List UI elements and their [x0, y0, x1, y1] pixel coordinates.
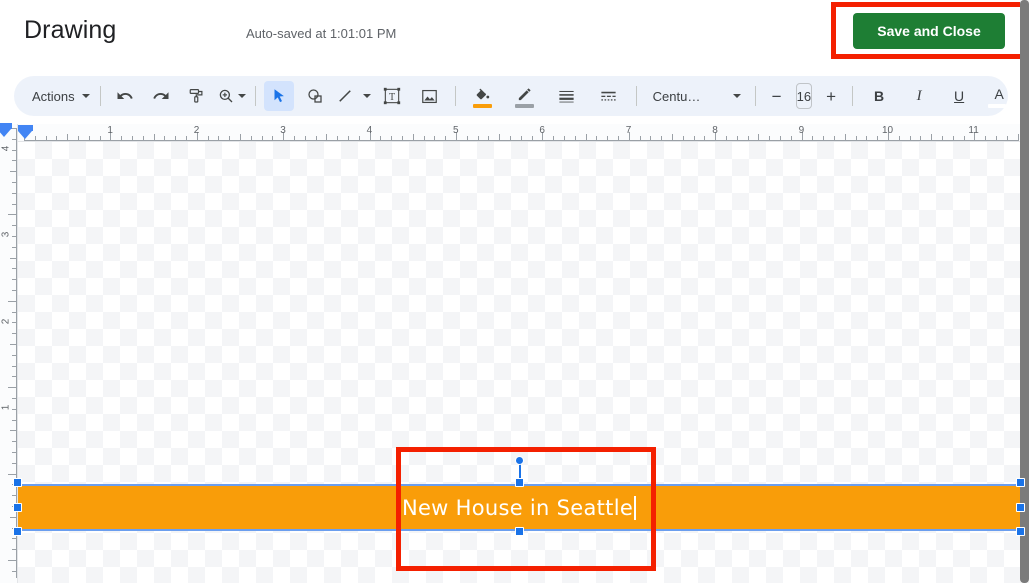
actions-menu-button[interactable]: Actions: [24, 81, 94, 111]
line-weight-icon: [557, 87, 576, 106]
border-weight-tool[interactable]: [552, 81, 582, 111]
drawing-editor-window: Drawing Auto-saved at 1:01:01 PM Save an…: [0, 0, 1029, 583]
zoom-button[interactable]: [217, 81, 247, 111]
handle-bottom-right[interactable]: [1016, 527, 1025, 536]
decrease-font-size-button[interactable]: −: [762, 81, 792, 111]
handle-top-center[interactable]: [515, 478, 524, 487]
text-box-tool[interactable]: T: [377, 81, 407, 111]
increase-font-size-label: +: [826, 88, 836, 105]
ruler-label: 5: [453, 125, 459, 136]
image-icon: [420, 87, 439, 106]
handle-mid-right[interactable]: [1016, 503, 1025, 512]
toolbar-divider: [455, 86, 456, 106]
banner-shape[interactable]: New House in Seattle: [18, 484, 1020, 531]
font-family-selector[interactable]: Centu…: [649, 81, 741, 111]
top-first-indent-marker[interactable]: [0, 129, 11, 137]
ruler-label: 6: [539, 125, 545, 136]
paint-bucket-icon: [474, 86, 491, 103]
magnifier-plus-icon: [217, 87, 235, 105]
selected-shape-group: New House in Seattle: [18, 484, 1020, 531]
fill-color-tool[interactable]: [468, 81, 498, 111]
first-line-indent-marker[interactable]: [18, 131, 32, 139]
toolbar-divider: [852, 86, 853, 106]
italic-button[interactable]: I: [904, 81, 934, 111]
select-tool[interactable]: [264, 81, 294, 111]
text-color-swatch: [988, 104, 1006, 108]
border-dash-tool[interactable]: [594, 81, 624, 111]
underline-button[interactable]: U: [944, 81, 974, 111]
redo-arrow-icon: [152, 87, 170, 105]
shape-tool[interactable]: [300, 81, 330, 111]
svg-text:T: T: [389, 92, 395, 103]
ruler-label: 1: [1, 403, 12, 413]
pencil-icon: [516, 86, 533, 103]
chevron-down-icon: [82, 94, 90, 98]
drawing-toolbar: Actions: [14, 76, 1008, 116]
autosave-status: Auto-saved at 1:01:01 PM: [246, 26, 396, 41]
cursor-arrow-icon: [270, 87, 288, 105]
ruler-baseline: [24, 140, 1018, 141]
toolbar-divider: [636, 86, 637, 106]
ruler-label: 9: [799, 125, 805, 136]
handle-mid-left[interactable]: [13, 503, 22, 512]
line-dash-icon: [599, 87, 618, 106]
font-family-label: Centu…: [649, 89, 715, 104]
ruler-label: 3: [280, 125, 286, 136]
ruler-label: 3: [1, 230, 12, 240]
ruler-label: 4: [367, 125, 373, 136]
ruler-label: 10: [882, 125, 893, 136]
font-size-input[interactable]: 16: [796, 83, 812, 109]
vertical-scrollbar-thumb[interactable]: [1020, 0, 1029, 583]
text-color-label: A: [994, 87, 1003, 101]
increase-font-size-button[interactable]: +: [816, 81, 846, 111]
undo-button[interactable]: [110, 81, 140, 111]
toolbar-divider: [755, 86, 756, 106]
shapes-icon: [306, 87, 324, 105]
line-icon: [336, 87, 354, 105]
bold-label: B: [874, 89, 884, 103]
handle-top-right[interactable]: [1016, 478, 1025, 487]
banner-shape-text[interactable]: New House in Seattle: [402, 496, 633, 520]
text-cursor: [634, 496, 636, 520]
zoom-chevron-down-icon: [238, 94, 246, 98]
handle-bottom-left[interactable]: [13, 527, 22, 536]
handle-top-left[interactable]: [13, 478, 22, 487]
toolbar-divider: [255, 86, 256, 106]
redo-button[interactable]: [146, 81, 176, 111]
line-chevron-down-icon: [363, 94, 371, 98]
ruler-label: 1: [107, 125, 113, 136]
save-and-close-button[interactable]: Save and Close: [853, 13, 1005, 49]
underline-label: U: [954, 89, 964, 103]
text-box-icon: T: [382, 86, 402, 106]
paint-roller-icon: [188, 87, 206, 105]
vertical-ruler[interactable]: 4 3 2 1: [0, 124, 18, 583]
page-title: Drawing: [24, 16, 116, 45]
ruler-label: 2: [1, 316, 12, 326]
italic-label: I: [917, 89, 922, 104]
decrease-font-size-label: −: [772, 88, 782, 105]
undo-arrow-icon: [116, 87, 134, 105]
handle-bottom-center[interactable]: [515, 527, 524, 536]
rotation-handle[interactable]: [515, 456, 524, 465]
vertical-scrollbar[interactable]: [1020, 0, 1029, 583]
fill-color-swatch: [473, 104, 492, 108]
ruler-label: 2: [194, 125, 200, 136]
text-color-tool[interactable]: A: [984, 81, 1014, 111]
paint-format-button[interactable]: [182, 81, 212, 111]
actions-menu-label: Actions: [28, 89, 79, 104]
ruler-label: 7: [626, 125, 632, 136]
line-tool[interactable]: [336, 81, 371, 111]
bold-button[interactable]: B: [864, 81, 894, 111]
font-chevron-down-icon: [733, 94, 741, 98]
toolbar-divider: [100, 86, 101, 106]
image-tool[interactable]: [415, 81, 445, 111]
horizontal-ruler[interactable]: 1 2 3 4 5 6 7 8 9 10 11: [0, 124, 1021, 142]
border-color-swatch: [515, 104, 534, 108]
editor-header: Drawing Auto-saved at 1:01:01 PM Save an…: [0, 0, 1029, 68]
ruler-label: 11: [968, 125, 978, 136]
save-close-container: Save and Close: [831, 2, 1027, 59]
ruler-label: 4: [1, 144, 12, 154]
ruler-label: 8: [712, 125, 718, 136]
border-color-tool[interactable]: [510, 81, 540, 111]
